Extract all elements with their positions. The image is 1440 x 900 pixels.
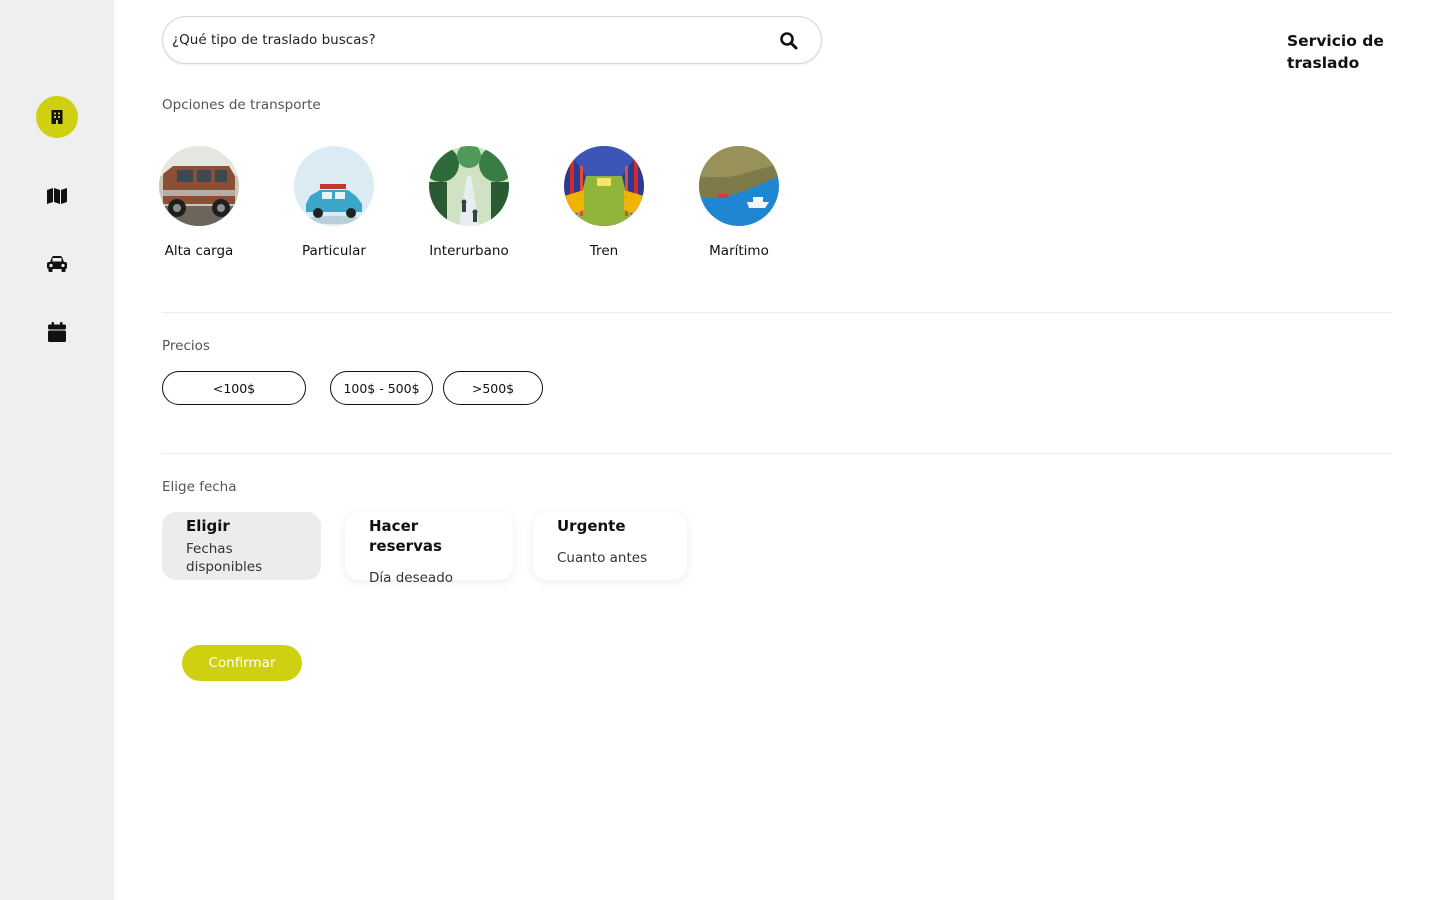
search-bar [162,16,822,64]
sidebar-item-building[interactable] [36,96,78,138]
street-photo [429,146,509,226]
date-option-title: Eligir [186,517,230,535]
sidebar-item-car[interactable] [36,243,78,285]
confirm-button[interactable]: Confirmar [182,645,302,681]
date-option-subtitle: Fechas disponibles [186,541,263,575]
sidebar-item-calendar[interactable] [36,311,78,353]
transport-option-label: Interurbano [429,243,509,259]
transport-option-label: Alta carga [164,243,234,259]
transport-option-label: Tren [589,243,619,259]
divider [162,312,1392,313]
price-filter-100-500[interactable]: 100$ - 500$ [330,371,433,405]
boat-photo [699,146,779,226]
date-option-subtitle: Cuanto antes [557,550,648,566]
divider [162,453,1392,454]
car-photo [294,146,374,226]
map-icon [47,188,67,204]
sidebar-item-map[interactable] [36,175,78,217]
truck-photo [159,146,239,226]
transport-option-particular[interactable]: Particular [279,146,389,259]
sidebar [0,0,114,900]
train-photo [564,146,644,226]
date-option-title: Urgente [557,517,626,535]
date-option-eligir[interactable]: Eligir Fechas disponibles [162,512,321,580]
calendar-icon [48,322,66,342]
date-option-hacer-reservas[interactable]: Hacer reservas Día deseado [345,512,513,586]
price-filter-over-500[interactable]: >500$ [443,371,543,405]
search-icon[interactable] [779,31,799,51]
dates-section-label: Elige fecha [162,479,237,495]
transport-option-label: Particular [302,243,366,259]
brand-title: Servicio de traslado [1287,32,1384,72]
transport-option-maritimo[interactable]: Marítimo [684,146,794,259]
transport-option-tren[interactable]: Tren [549,146,659,259]
date-option-urgente[interactable]: Urgente Cuanto antes [533,512,687,580]
transport-section-label: Opciones de transporte [162,97,321,113]
building-icon [51,110,63,124]
prices-section-label: Precios [162,338,210,354]
search-input[interactable] [172,17,752,63]
transport-option-interurbano[interactable]: Interurbano [414,146,524,259]
transport-option-alta-carga[interactable]: Alta carga [144,146,254,259]
date-option-title: Hacer reservas [369,517,442,555]
price-filter-under-100[interactable]: <100$ [162,371,306,405]
date-option-subtitle: Día deseado [369,570,454,586]
car-icon [47,256,67,272]
transport-option-label: Marítimo [709,243,769,259]
